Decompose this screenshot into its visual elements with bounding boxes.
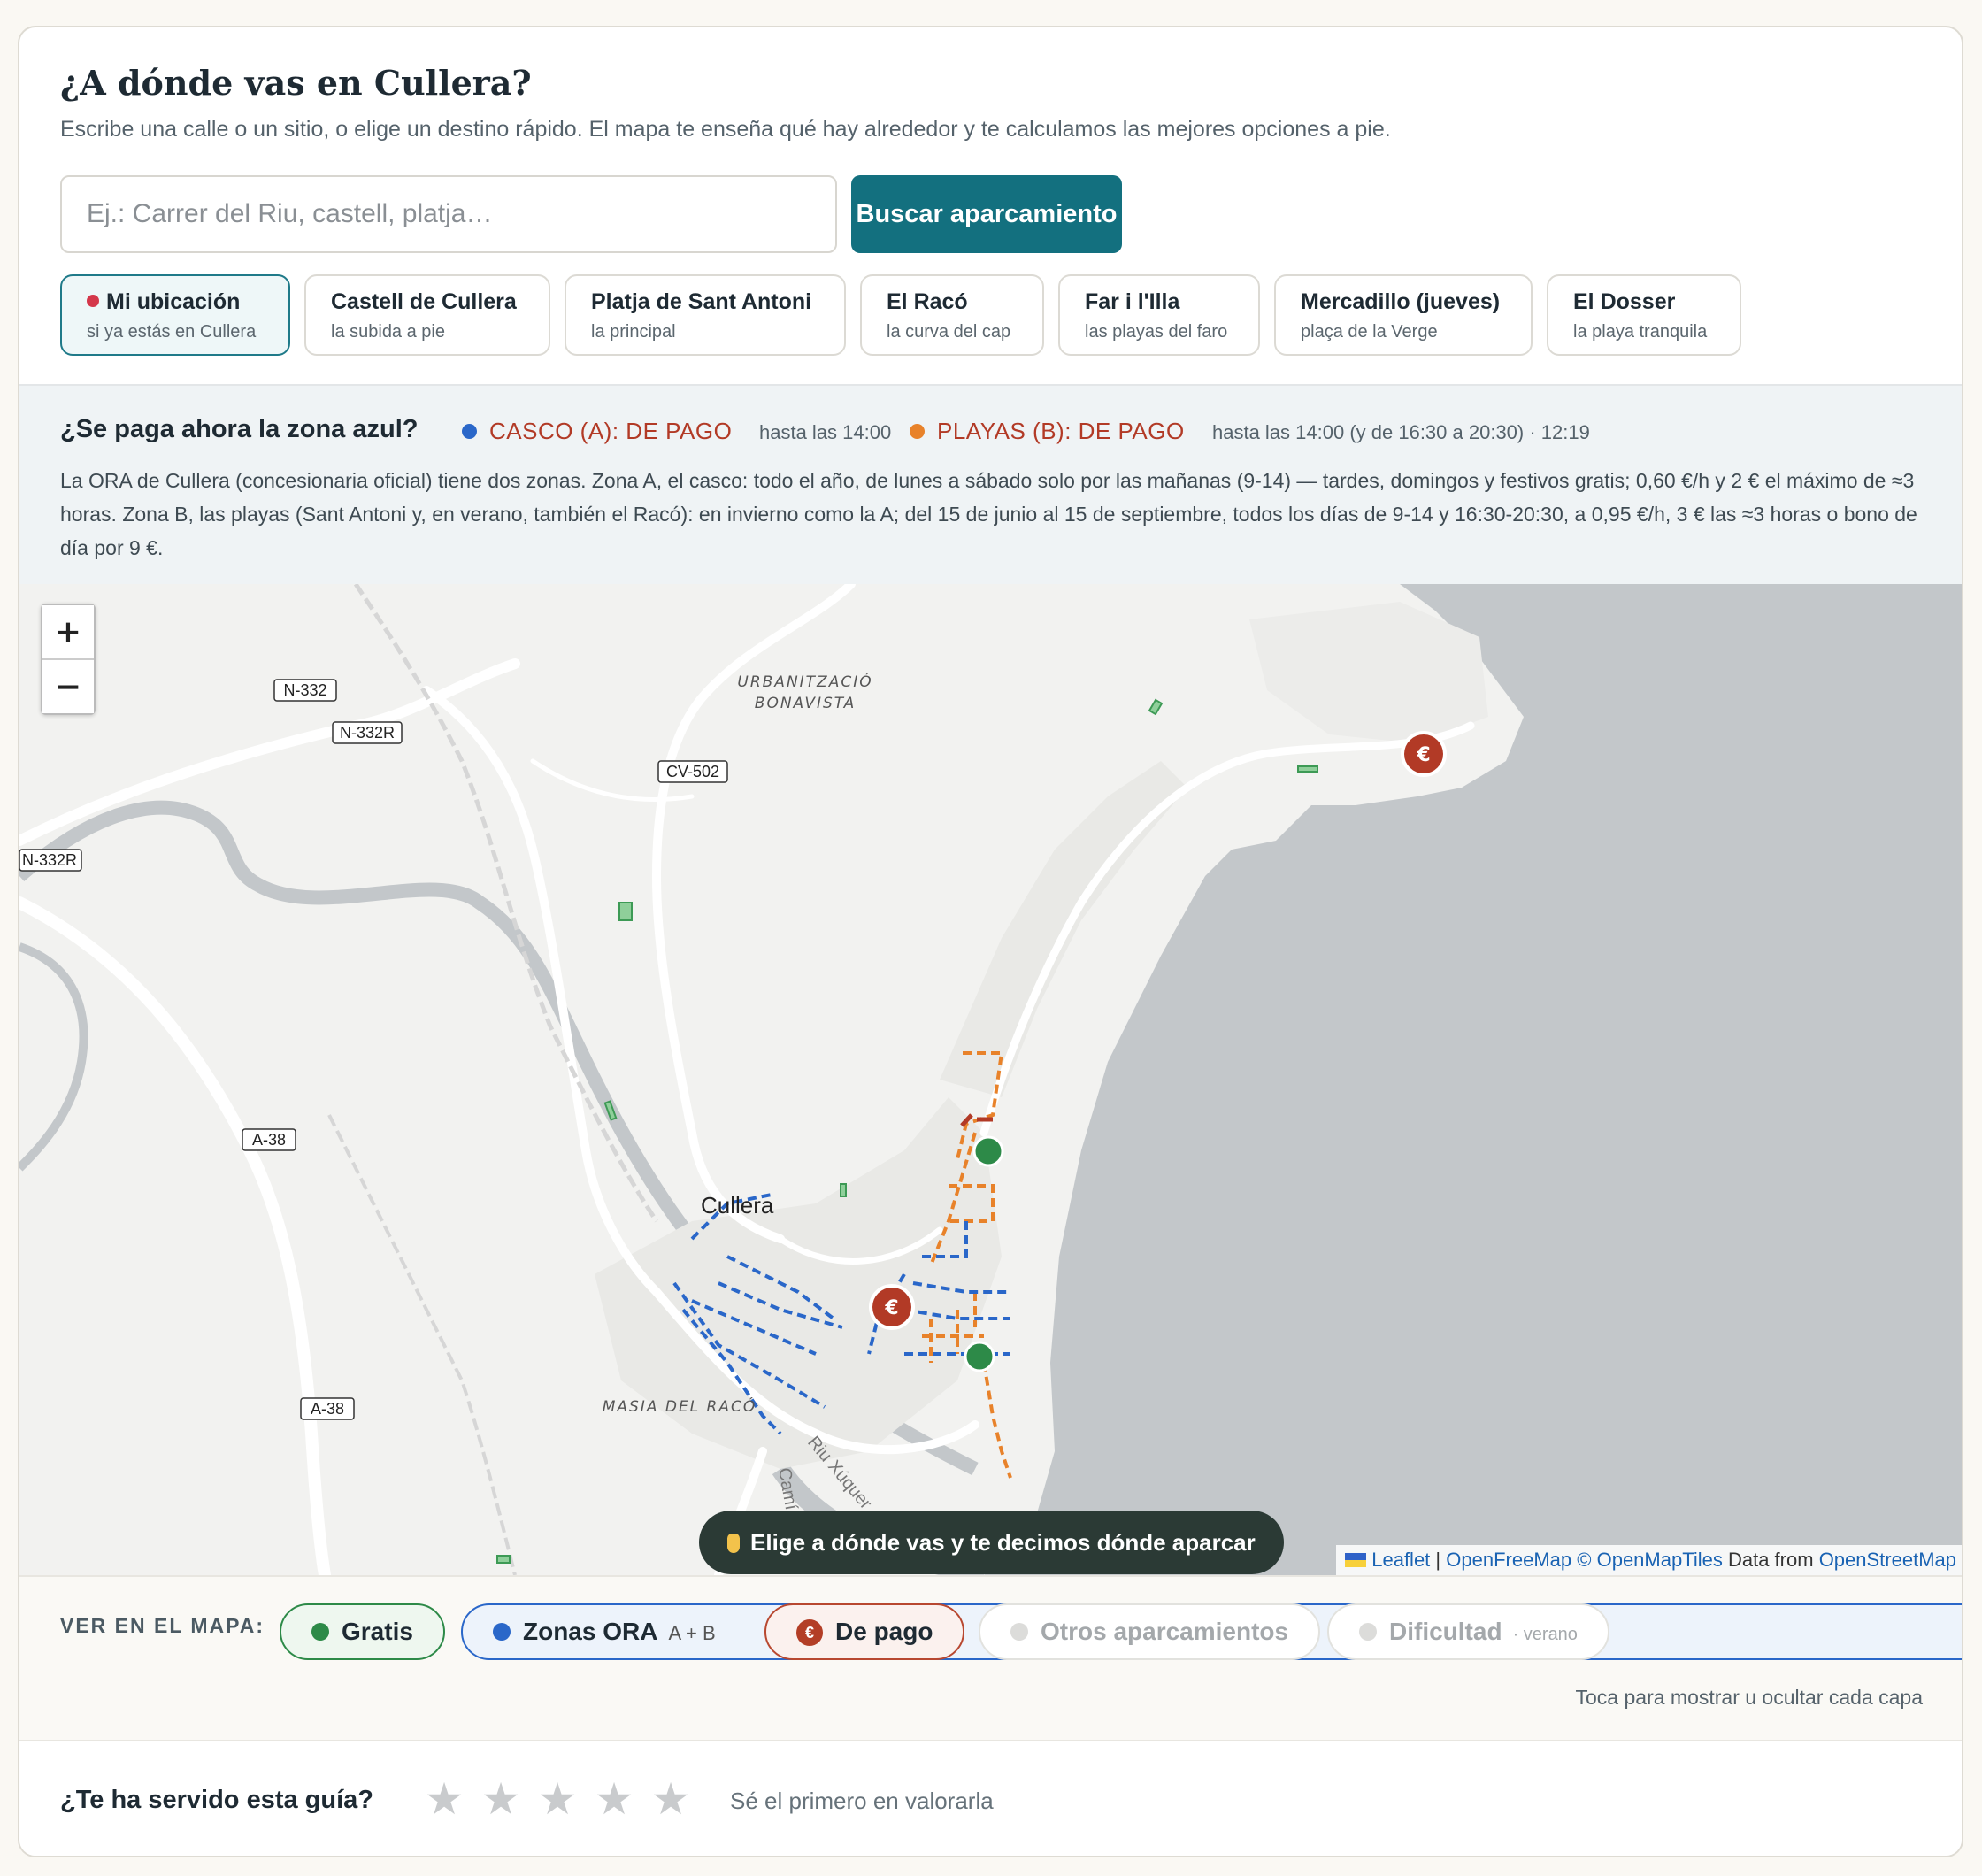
road-label-a38: A-38 <box>252 1131 286 1149</box>
search-parking-button[interactable]: Buscar aparcamiento <box>851 175 1122 253</box>
place-label-bonavista: BONAVISTA <box>755 695 856 712</box>
layers-label: VER EN EL MAPA: <box>60 1614 265 1637</box>
star-icon-1[interactable]: ★ <box>422 1777 466 1821</box>
grey-dot-icon <box>1359 1623 1377 1641</box>
page-subtitle: Escribe una calle o un sitio, o elige un… <box>60 117 1391 142</box>
page-title: ¿A dónde vas en Cullera? <box>60 63 532 103</box>
star-icon-2[interactable]: ★ <box>479 1777 523 1821</box>
star-icon-3[interactable]: ★ <box>535 1777 580 1821</box>
ora-question: ¿Se paga ahora la zona azul? <box>60 415 419 443</box>
euro-icon: € <box>796 1619 823 1646</box>
zone-b-status: PLAYAS (B): DE PAGO <box>910 418 1185 445</box>
star-icon-5[interactable]: ★ <box>649 1777 693 1821</box>
destination-sant-antoni[interactable]: Platja de Sant Antoni la principal <box>565 274 846 356</box>
road-label-n332r-west: N-332R <box>22 851 77 869</box>
green-dot-icon <box>311 1623 329 1641</box>
openfreemap-link[interactable]: OpenFreeMap <box>1446 1549 1571 1571</box>
layer-toggle-difficulty[interactable]: Dificultad · verano <box>1327 1603 1609 1660</box>
rating-section: ¿Te ha servido esta guía? ★ ★ ★ ★ ★ Sé el pr… <box>19 1740 1962 1856</box>
zoom-out-button[interactable]: − <box>42 660 94 713</box>
layer-toggle-paid[interactable]: € De pago <box>764 1603 965 1660</box>
ora-description: La ORA de Cullera (concesionaria oficial… <box>60 469 1917 559</box>
map-canvas: N-332 N-332R N-332R CV-502 A-38 A-38 URB… <box>19 584 1962 1575</box>
free-parking-marker <box>964 1341 995 1372</box>
free-parking-marker <box>972 1135 1004 1167</box>
road-label-cv502: CV-502 <box>666 763 719 780</box>
place-label-urbanitzacio: URBANITZACIÓ <box>737 672 872 691</box>
grey-dot-icon <box>1010 1623 1028 1641</box>
road-label-n332: N-332 <box>283 681 326 699</box>
zone-b-time: hasta las 14:00 (y de 16:30 a 20:30) · 1… <box>1212 421 1590 443</box>
map-attribution: Leaflet | OpenFreeMap © OpenMapTiles Dat… <box>1336 1545 1962 1575</box>
destination-el-raco[interactable]: El Racó la curva del cap <box>860 274 1044 356</box>
euro-icon: € <box>1416 744 1430 766</box>
rating-question: ¿Te ha servido esta guía? <box>60 1786 374 1814</box>
parking-map[interactable]: N-332 N-332R N-332R CV-502 A-38 A-38 URB… <box>19 584 1962 1575</box>
zone-a-status: CASCO (A): DE PAGO <box>462 418 732 445</box>
destination-castell[interactable]: Castell de Cullera la subida a pie <box>304 274 550 356</box>
ukraine-flag-icon <box>1345 1553 1367 1567</box>
pin-icon <box>87 295 99 307</box>
road-label-n332r: N-332R <box>340 724 395 742</box>
map-hint: Elige a dónde vas y te decimos dónde apa… <box>699 1511 1284 1574</box>
destination-far-illa[interactable]: Far i l'Illa las playas del faro <box>1058 274 1260 356</box>
leaflet-link[interactable]: Leaflet <box>1371 1549 1430 1571</box>
star-icon-4[interactable]: ★ <box>592 1777 636 1821</box>
search-input[interactable] <box>60 175 837 253</box>
zone-b-dot-icon <box>910 424 925 439</box>
search-header: ¿A dónde vas en Cullera? Escribe una cal… <box>19 27 1962 384</box>
zoom-control: + − <box>41 604 96 715</box>
euro-icon: € <box>884 1297 898 1319</box>
place-label-cullera: Cullera <box>701 1192 774 1219</box>
sea-area <box>984 584 1962 1575</box>
zoom-in-button[interactable]: + <box>42 605 94 658</box>
rating-note: Sé el primero en valorarla <box>730 1788 994 1814</box>
river-meander <box>19 942 88 1172</box>
ora-status-panel: ¿Se paga ahora la zona azul? CASCO (A): … <box>19 384 1962 584</box>
star-rating: ★ ★ ★ ★ ★ <box>422 1777 705 1821</box>
openstreetmap-link[interactable]: OpenStreetMap <box>1819 1549 1956 1571</box>
place-label-masia-raco: MASIA DEL RACÓ <box>603 1396 757 1416</box>
place-label-cami: Camí <box>774 1466 801 1511</box>
destination-mercadillo[interactable]: Mercadillo (jueves) plaça de la Verge <box>1274 274 1533 356</box>
parking-guide-card: ¿A dónde vas en Cullera? Escribe una cal… <box>18 26 1963 1857</box>
map-layers-panel: VER EN EL MAPA: Gratis Zonas ORA A + B € D… <box>19 1575 1962 1740</box>
road-label-a38-south: A-38 <box>311 1400 344 1418</box>
zone-a-dot-icon <box>462 424 477 439</box>
layer-toggle-other[interactable]: Otros aparcamientos <box>979 1603 1321 1660</box>
openmaptiles-link[interactable]: OpenMapTiles <box>1597 1549 1723 1571</box>
zone-a-time: hasta las 14:00 <box>759 421 892 443</box>
layers-hint: Toca para mostrar u ocultar cada capa <box>1575 1686 1923 1709</box>
layer-toggle-free[interactable]: Gratis <box>280 1603 445 1660</box>
blue-dot-icon <box>493 1623 511 1641</box>
destination-el-dosser[interactable]: El Dosser la playa tranquila <box>1547 274 1741 356</box>
destination-my-location[interactable]: Mi ubicación si ya estás en Cullera <box>60 274 290 356</box>
pointing-hand-icon <box>727 1534 740 1553</box>
